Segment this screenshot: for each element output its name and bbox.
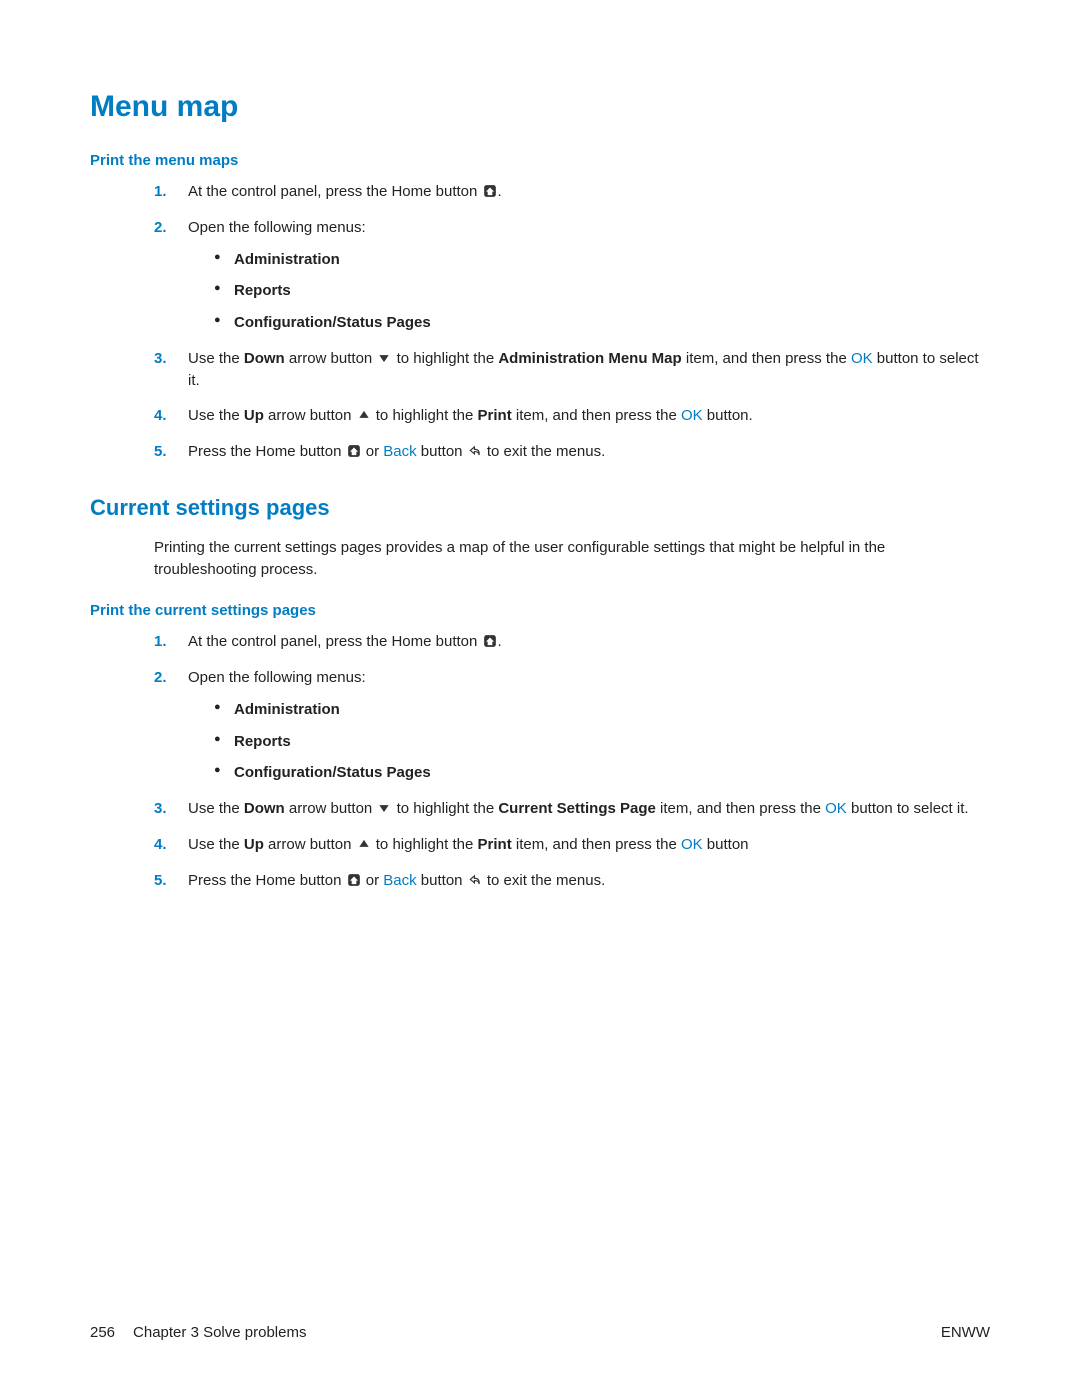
back-icon <box>468 444 482 458</box>
step-number: 4. <box>154 405 167 427</box>
home-icon <box>483 184 497 198</box>
ok-link: OK <box>681 836 703 853</box>
step-item: 3. Use the Down arrow button to highligh… <box>154 798 990 820</box>
footer-right-label: ENWW <box>941 1324 990 1341</box>
steps-print-menu-maps: 1. At the control panel, press the Home … <box>154 181 990 463</box>
step-item: 4. Use the Up arrow button to highlight … <box>154 405 990 427</box>
menu-list: Administration Reports Configuration/Sta… <box>214 249 990 334</box>
step-text: Open the following menus: <box>188 669 366 686</box>
step-text: At the control panel, press the Home but… <box>188 633 502 650</box>
step-text: Use the Up arrow button to highlight the… <box>188 407 753 424</box>
menu-item: Administration <box>214 699 990 721</box>
heading-current-settings-pages: Current settings pages <box>90 495 990 521</box>
ok-link: OK <box>851 350 873 367</box>
document-page: Menu map Print the menu maps 1. At the c… <box>0 0 1080 1397</box>
up-arrow-icon <box>357 837 371 851</box>
menu-item: Configuration/Status Pages <box>214 762 990 784</box>
down-arrow-icon <box>377 801 391 815</box>
step-item: 4. Use the Up arrow button to highlight … <box>154 834 990 856</box>
step-text: Use the Down arrow button to highlight t… <box>188 800 969 817</box>
down-arrow-icon <box>377 351 391 365</box>
step-text: Press the Home button or Back button to … <box>188 872 605 889</box>
step-item: 1. At the control panel, press the Home … <box>154 181 990 203</box>
heading-menu-map: Menu map <box>90 90 990 124</box>
step-text: Use the Up arrow button to highlight the… <box>188 836 749 853</box>
step-item: 1. At the control panel, press the Home … <box>154 631 990 653</box>
step-number: 1. <box>154 631 167 653</box>
step-number: 2. <box>154 667 167 689</box>
ok-link: OK <box>825 800 847 817</box>
home-icon <box>347 444 361 458</box>
home-icon <box>347 873 361 887</box>
intro-text: Printing the current settings pages prov… <box>154 537 990 581</box>
ok-link: OK <box>681 407 703 424</box>
step-number: 5. <box>154 441 167 463</box>
step-number: 3. <box>154 348 167 370</box>
subheading-print-current-settings: Print the current settings pages <box>90 602 990 619</box>
back-link: Back <box>383 872 416 889</box>
step-item: 2. Open the following menus: Administrat… <box>154 217 990 334</box>
page-footer: 256 Chapter 3 Solve problems ENWW <box>90 1324 990 1341</box>
up-arrow-icon <box>357 408 371 422</box>
step-item: 2. Open the following menus: Administrat… <box>154 667 990 784</box>
step-text: At the control panel, press the Home but… <box>188 183 502 200</box>
menu-item: Configuration/Status Pages <box>214 312 990 334</box>
subheading-print-menu-maps: Print the menu maps <box>90 152 990 169</box>
step-item: 3. Use the Down arrow button to highligh… <box>154 348 990 392</box>
home-icon <box>483 634 497 648</box>
footer-page-number: 256 <box>90 1324 115 1341</box>
steps-print-current-settings: 1. At the control panel, press the Home … <box>154 631 990 891</box>
menu-list: Administration Reports Configuration/Sta… <box>214 699 990 784</box>
step-text: Use the Down arrow button to highlight t… <box>188 350 979 389</box>
step-number: 4. <box>154 834 167 856</box>
step-text: Open the following menus: <box>188 219 366 236</box>
step-text: Press the Home button or Back button to … <box>188 443 605 460</box>
step-number: 3. <box>154 798 167 820</box>
back-icon <box>468 873 482 887</box>
back-link: Back <box>383 443 416 460</box>
step-number: 1. <box>154 181 167 203</box>
step-item: 5. Press the Home button or Back button … <box>154 441 990 463</box>
intro-block: Printing the current settings pages prov… <box>154 537 990 581</box>
footer-chapter: Chapter 3 Solve problems <box>133 1324 306 1341</box>
menu-item: Reports <box>214 731 990 753</box>
step-number: 5. <box>154 870 167 892</box>
step-item: 5. Press the Home button or Back button … <box>154 870 990 892</box>
menu-item: Administration <box>214 249 990 271</box>
menu-item: Reports <box>214 280 990 302</box>
step-number: 2. <box>154 217 167 239</box>
